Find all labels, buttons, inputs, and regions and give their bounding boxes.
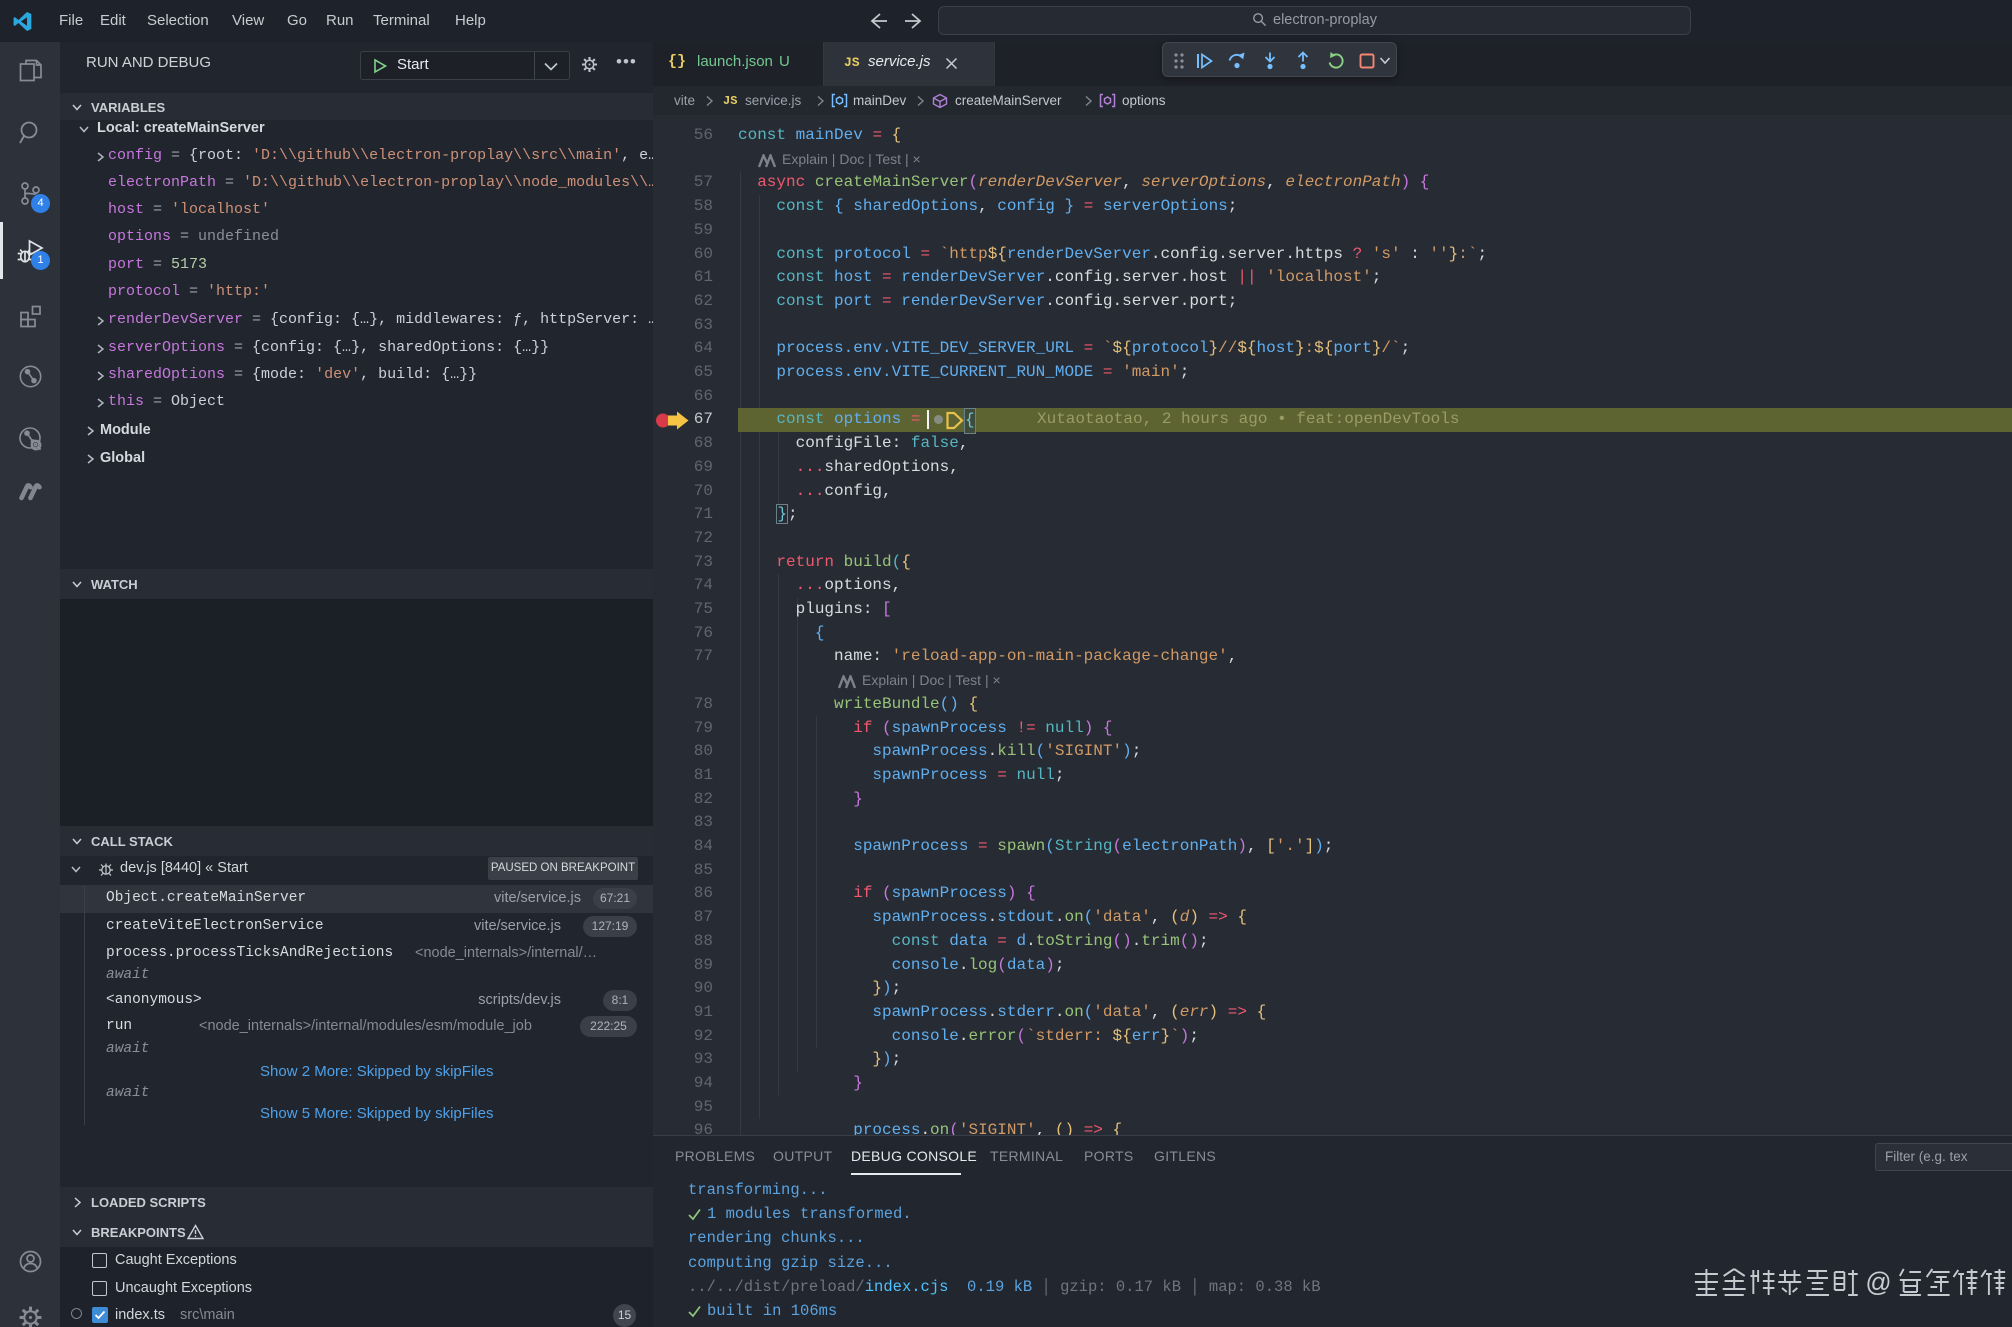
svg-text:@: @ (1865, 1266, 1891, 1297)
